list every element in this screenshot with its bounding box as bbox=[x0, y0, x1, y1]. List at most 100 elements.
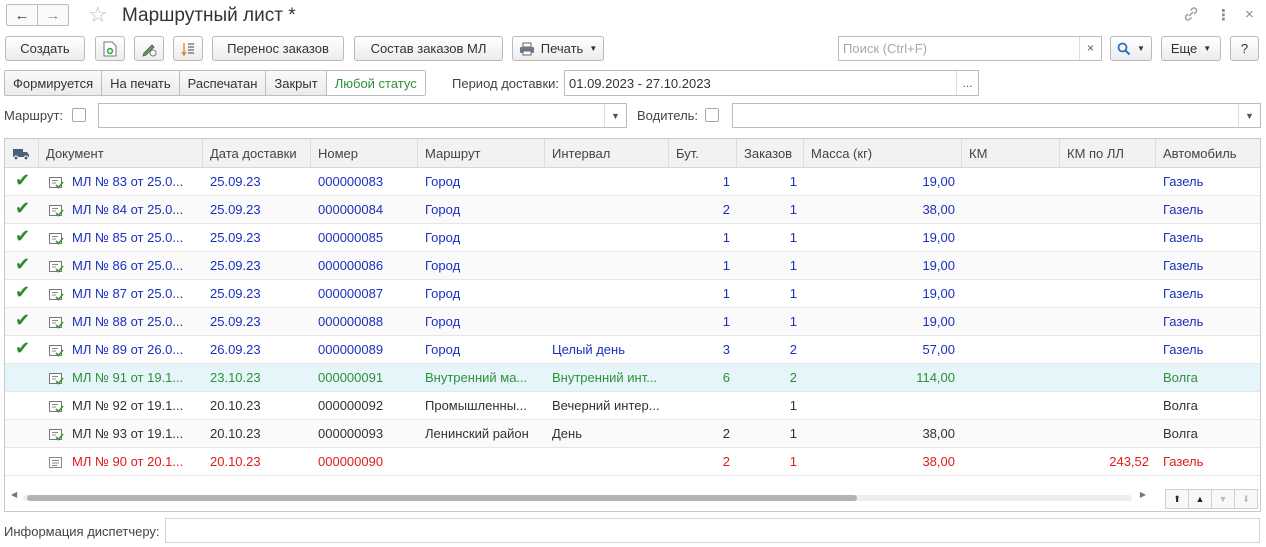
col-document-cell: МЛ № 86 от 25.0... bbox=[72, 258, 184, 273]
col-but-header[interactable]: Бут. bbox=[669, 139, 737, 168]
table-row[interactable]: ✔ МЛ № 85 от 25.0... 25.09.23 000000085 Горо… bbox=[5, 224, 1260, 252]
create-button[interactable]: Создать bbox=[5, 36, 85, 61]
col-km-header[interactable]: КМ bbox=[962, 139, 1060, 168]
status-tab[interactable]: Формируется bbox=[5, 71, 103, 95]
status-tab[interactable]: На печать bbox=[102, 71, 180, 95]
col-vehicle-header[interactable]: Автомобиль bbox=[1156, 139, 1260, 168]
col-interval-cell bbox=[545, 168, 669, 196]
period-select-button[interactable]: ... bbox=[956, 71, 978, 95]
driver-checkbox[interactable] bbox=[705, 108, 719, 122]
col-interval-header[interactable]: Интервал bbox=[545, 139, 669, 168]
table-row[interactable]: МЛ № 92 от 19.1... 20.10.23 000000092 Промы… bbox=[5, 392, 1260, 420]
col-route-cell: Город bbox=[425, 230, 461, 245]
sort-button[interactable] bbox=[173, 36, 203, 61]
table-row[interactable]: ✔ МЛ № 89 от 26.0... 26.09.23 000000089 Горо… bbox=[5, 336, 1260, 364]
close-icon[interactable]: × bbox=[1245, 6, 1254, 23]
driver-field[interactable]: ▼ bbox=[732, 103, 1261, 128]
search-button[interactable]: ▼ bbox=[1110, 36, 1152, 61]
col-document-cell: МЛ № 93 от 19.1... bbox=[72, 426, 184, 441]
posted-document-icon bbox=[49, 317, 64, 329]
col-delivery-date-header[interactable]: Дата доставки bbox=[203, 139, 311, 168]
more-button[interactable]: Еще ▼ bbox=[1161, 36, 1221, 61]
col-mass-cell: 19,00 bbox=[922, 174, 955, 189]
kebab-menu-icon[interactable]: ⋮ bbox=[1216, 6, 1231, 24]
table-row[interactable]: ✔ МЛ № 88 от 25.0... 25.09.23 000000088 Горо… bbox=[5, 308, 1260, 336]
col-route-cell: Промышленны... bbox=[425, 398, 527, 413]
status-tab[interactable]: Закрыт bbox=[266, 71, 327, 95]
posted-document-icon bbox=[49, 429, 64, 441]
search-field[interactable]: × bbox=[838, 36, 1102, 61]
col-vehicle-cell: Газель bbox=[1163, 202, 1204, 217]
last-page-icon[interactable]: ⬇ bbox=[1234, 489, 1258, 509]
add-doc-button[interactable] bbox=[95, 36, 125, 61]
arrow-left-icon[interactable]: ← bbox=[6, 4, 38, 26]
col-route-header[interactable]: Маршрут bbox=[418, 139, 545, 168]
page-up-icon[interactable]: ▲ bbox=[1188, 489, 1212, 509]
info-field[interactable] bbox=[165, 518, 1260, 543]
status-tab[interactable]: Любой статус bbox=[326, 71, 425, 95]
col-route-cell: Город bbox=[425, 286, 461, 301]
col-but-cell: 6 bbox=[722, 370, 730, 385]
col-mass-cell: 38,00 bbox=[922, 426, 955, 441]
chevron-down-icon[interactable]: ▼ bbox=[604, 104, 626, 127]
col-number-header[interactable]: Номер bbox=[311, 139, 418, 168]
col-km-ll-header[interactable]: КМ по ЛЛ bbox=[1060, 139, 1156, 168]
page-down-icon[interactable]: ▼ bbox=[1211, 489, 1235, 509]
chevron-down-icon[interactable]: ▼ bbox=[1238, 104, 1260, 127]
col-vehicle-cell: Газель bbox=[1163, 454, 1204, 469]
table-row[interactable]: ✔ МЛ № 87 от 25.0... 25.09.23 000000087 Горо… bbox=[5, 280, 1260, 308]
col-orders-header[interactable]: Заказов bbox=[737, 139, 804, 168]
col-but-cell: 2 bbox=[722, 454, 730, 469]
col-delivery-date-cell: 26.09.23 bbox=[210, 342, 261, 357]
print-button[interactable]: Печать ▼ bbox=[512, 36, 604, 61]
col-number-cell: 000000090 bbox=[318, 454, 384, 469]
col-vehicle-cell: Газель bbox=[1163, 258, 1204, 273]
col-mass-header[interactable]: Масса (кг) bbox=[804, 139, 962, 168]
posted-document-icon bbox=[49, 289, 64, 301]
col-km-ll-cell bbox=[1060, 224, 1156, 252]
scroll-right-icon[interactable]: ▶ bbox=[1140, 490, 1146, 499]
help-button[interactable]: ? bbox=[1230, 36, 1259, 61]
clear-search-icon[interactable]: × bbox=[1079, 37, 1101, 60]
col-route-cell: Город bbox=[425, 174, 461, 189]
driver-label: Водитель: bbox=[637, 108, 699, 123]
scroll-left-icon[interactable]: ◀ bbox=[11, 490, 17, 499]
scroll-thumb[interactable] bbox=[27, 495, 857, 501]
table-row[interactable]: МЛ № 93 от 19.1... 20.10.23 000000093 Ленин… bbox=[5, 420, 1260, 448]
status-tab[interactable]: Распечатан bbox=[179, 71, 267, 95]
col-document-cell: МЛ № 83 от 25.0... bbox=[72, 174, 184, 189]
star-icon[interactable]: ☆ bbox=[88, 2, 108, 28]
col-but-cell: 2 bbox=[722, 426, 730, 441]
truck-icon[interactable] bbox=[5, 139, 39, 168]
arrow-right-icon[interactable]: → bbox=[37, 4, 69, 26]
col-document-header[interactable]: Документ bbox=[39, 139, 203, 168]
checkmark-icon: ✔ bbox=[15, 338, 31, 358]
period-value[interactable]: 01.09.2023 - 27.10.2023 bbox=[565, 76, 956, 91]
search-input[interactable] bbox=[839, 37, 1079, 60]
horizontal-scrollbar[interactable]: ◀ ▶ bbox=[5, 489, 1150, 505]
first-page-icon[interactable]: ⬆ bbox=[1165, 489, 1189, 509]
col-number-cell: 000000093 bbox=[318, 426, 384, 441]
table-row[interactable]: ✔ МЛ № 84 от 25.0... 25.09.23 000000084 Горо… bbox=[5, 196, 1260, 224]
col-interval-cell bbox=[545, 252, 669, 280]
table-row[interactable]: ✔ МЛ № 83 от 25.0... 25.09.23 000000083 Горо… bbox=[5, 168, 1260, 196]
period-field[interactable]: 01.09.2023 - 27.10.2023 ... bbox=[564, 70, 979, 96]
col-interval-cell bbox=[545, 196, 669, 224]
posted-document-icon bbox=[49, 177, 64, 189]
route-field[interactable]: ▼ bbox=[98, 103, 627, 128]
posted-document-icon bbox=[49, 345, 64, 357]
orders-ml-button[interactable]: Состав заказов МЛ bbox=[354, 36, 503, 61]
edit-button[interactable] bbox=[134, 36, 164, 61]
col-document-cell: МЛ № 84 от 25.0... bbox=[72, 202, 184, 217]
col-orders-cell: 1 bbox=[789, 202, 797, 217]
table-row[interactable]: МЛ № 91 от 19.1... 23.10.23 000000091 Внутр… bbox=[5, 364, 1260, 392]
link-icon[interactable] bbox=[1183, 6, 1199, 26]
route-checkbox[interactable] bbox=[72, 108, 86, 122]
table-row[interactable]: МЛ № 90 от 20.1... 20.10.23 000000090 2 1 38,… bbox=[5, 448, 1260, 476]
col-delivery-date-cell: 25.09.23 bbox=[210, 230, 261, 245]
table-header: Документ Дата доставки Номер Маршрут Интерва… bbox=[5, 139, 1260, 168]
col-document-cell: МЛ № 88 от 25.0... bbox=[72, 314, 184, 329]
col-vehicle-cell: Волга bbox=[1163, 398, 1198, 413]
table-row[interactable]: ✔ МЛ № 86 от 25.0... 25.09.23 000000086 Горо… bbox=[5, 252, 1260, 280]
transfer-orders-button[interactable]: Перенос заказов bbox=[212, 36, 344, 61]
